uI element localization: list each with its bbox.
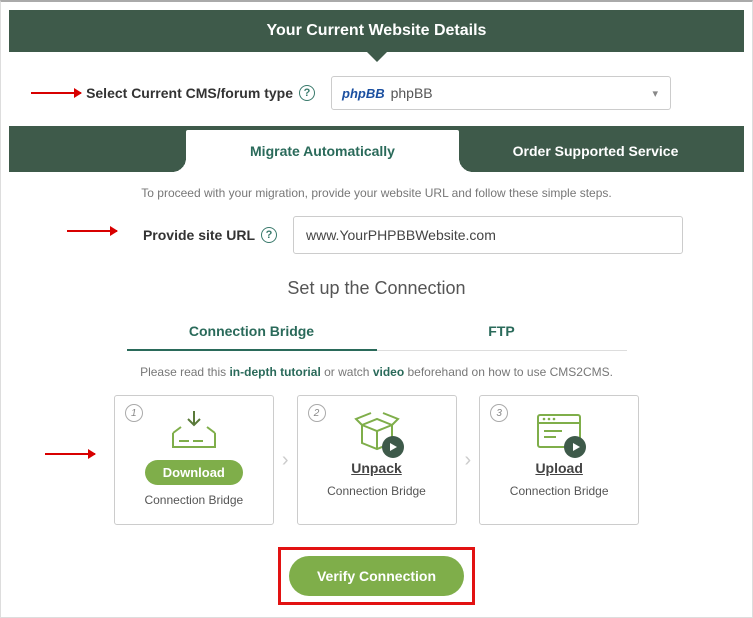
step-number: 1 <box>125 404 143 422</box>
step-sub: Connection Bridge <box>144 493 243 507</box>
pointer-arrow-icon <box>45 453 95 455</box>
tutorial-link[interactable]: in-depth tutorial <box>229 365 320 379</box>
tab-ftp[interactable]: FTP <box>377 313 627 351</box>
step-number: 2 <box>308 404 326 422</box>
tab-order-service[interactable]: Order Supported Service <box>459 130 732 172</box>
step-sub: Connection Bridge <box>510 484 609 498</box>
upload-link[interactable]: Upload <box>535 460 582 476</box>
step-unpack[interactable]: 2 Unpack Connection Bridge <box>297 395 457 525</box>
unpack-link[interactable]: Unpack <box>351 460 402 476</box>
header-title: Your Current Website Details <box>9 10 744 52</box>
connection-heading: Set up the Connection <box>9 278 744 299</box>
play-icon <box>382 436 404 458</box>
chevron-right-icon: › <box>282 449 289 472</box>
site-url-input[interactable] <box>293 216 683 254</box>
browser-window-icon <box>534 409 584 456</box>
download-button[interactable]: Download <box>145 460 243 485</box>
cms-selected-value: phpBB <box>391 85 433 101</box>
pointer-arrow-icon <box>67 230 117 232</box>
tab-migrate-auto[interactable]: Migrate Automatically <box>186 130 459 172</box>
tutorial-note: Please read this in-depth tutorial or wa… <box>9 365 744 379</box>
step-sub: Connection Bridge <box>327 484 426 498</box>
pointer-arrow-icon <box>31 92 81 94</box>
step-download[interactable]: 1 Download Connection Bridge <box>114 395 274 525</box>
cms-select[interactable]: phpBB phpBB ▾ <box>331 76 671 110</box>
video-link[interactable]: video <box>373 365 404 379</box>
play-icon <box>564 436 586 458</box>
help-icon[interactable]: ? <box>299 85 315 101</box>
instruction-text: To proceed with your migration, provide … <box>9 172 744 208</box>
tab-connection-bridge[interactable]: Connection Bridge <box>127 313 377 351</box>
step-number: 3 <box>490 404 508 422</box>
download-tray-icon <box>167 409 221 456</box>
phpbb-logo-icon: phpBB <box>342 86 385 101</box>
cms-label: Select Current CMS/forum type <box>86 85 293 101</box>
chevron-down-icon: ▾ <box>652 87 658 100</box>
highlight-box: Verify Connection <box>278 547 475 605</box>
box-icon <box>352 409 402 456</box>
help-icon[interactable]: ? <box>261 227 277 243</box>
verify-connection-button[interactable]: Verify Connection <box>289 556 464 596</box>
chevron-right-icon: › <box>465 449 472 472</box>
step-upload[interactable]: 3 Upload Connection Bridge <box>479 395 639 525</box>
migration-tabs: Migrate Automatically Order Supported Se… <box>9 126 744 172</box>
url-label: Provide site URL <box>143 227 255 243</box>
